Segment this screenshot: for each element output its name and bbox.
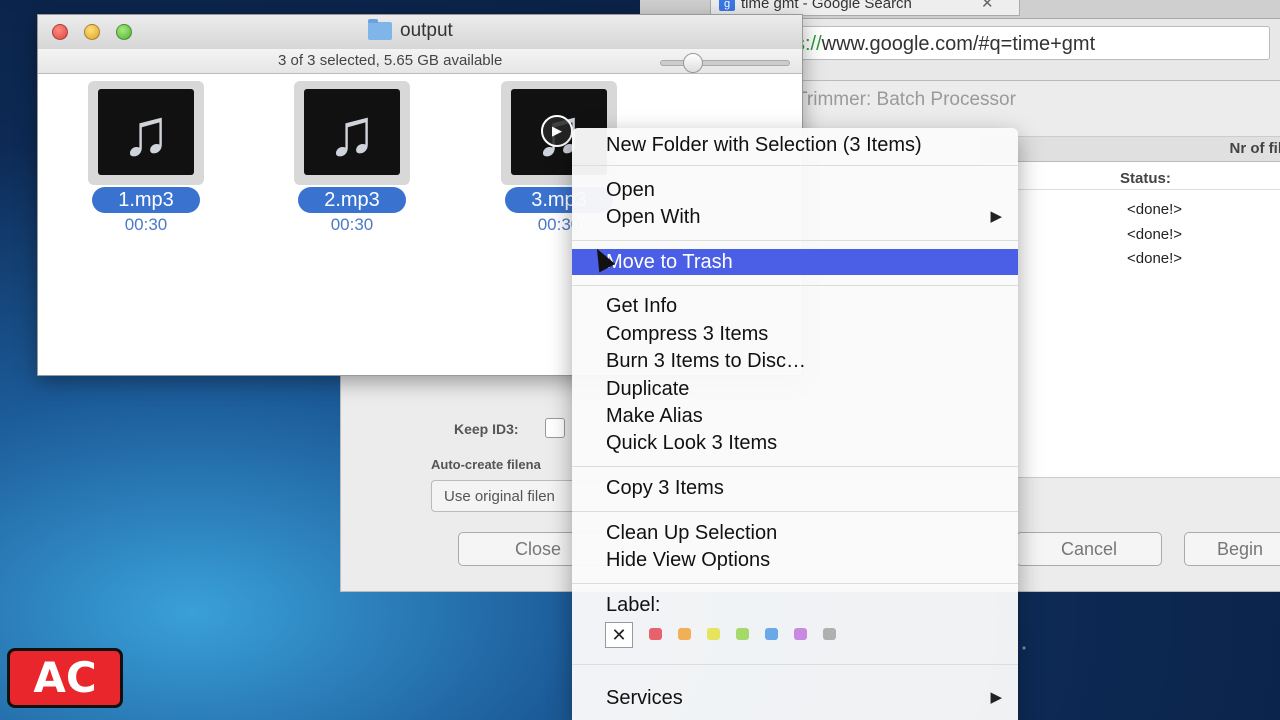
table-subheader: Status: [982, 165, 1280, 190]
finder-status-bar: 3 of 3 selected, 5.65 GB available [38, 49, 802, 74]
file-duration: 00:30 [330, 215, 374, 234]
google-favicon-icon: g [719, 0, 735, 11]
menu-item-quick-look[interactable]: Quick Look 3 Items [572, 430, 1018, 456]
menu-separator [572, 240, 1018, 241]
tab-title: time gmt - Google Search [741, 0, 912, 12]
label-color-green[interactable] [736, 628, 749, 640]
context-menu: New Folder with Selection (3 Items) Open… [572, 128, 1018, 720]
table-row-status: <done!> [1127, 201, 1183, 218]
menu-item-open-with[interactable]: Open With ▶ [572, 204, 1018, 230]
music-file-icon: ♫ [294, 81, 410, 185]
ac-logo: AC [7, 648, 123, 708]
label-color-gray[interactable] [823, 628, 836, 640]
music-file-icon: ♫ [88, 81, 204, 185]
services-label: Services [606, 687, 683, 709]
label-color-yellow[interactable] [707, 628, 720, 640]
table-header: Nr of fil [982, 137, 1280, 162]
folder-icon [368, 19, 392, 40]
keep-id3-checkbox[interactable] [545, 418, 565, 438]
keep-id3-label: Keep ID3: [454, 421, 519, 437]
cancel-button[interactable]: Cancel [1016, 532, 1162, 566]
menu-separator [572, 511, 1018, 512]
submenu-arrow-icon: ▶ [990, 208, 1002, 225]
begin-button[interactable]: Begin [1184, 532, 1280, 566]
menu-item-make-alias[interactable]: Make Alias [572, 403, 1018, 429]
icon-size-slider-knob[interactable] [683, 53, 703, 73]
menu-item-duplicate[interactable]: Duplicate [572, 376, 1018, 402]
file-item[interactable]: ♫ 2.mp3 00:30 [294, 81, 410, 241]
trimmer-title: Trimmer: Batch Processor [796, 89, 1016, 110]
menu-item-clean-up[interactable]: Clean Up Selection [572, 520, 1018, 546]
music-note-icon: ♫ [98, 89, 194, 175]
menu-item-move-to-trash[interactable]: Move to Trash [572, 249, 1018, 275]
menu-item-burn[interactable]: Burn 3 Items to Disc… [572, 348, 1018, 374]
files-table: Nr of fil Status: <done!> <done!> <done!… [981, 136, 1280, 478]
label-color-blue[interactable] [765, 628, 778, 640]
music-note-icon: ♫ [304, 89, 400, 175]
menu-separator [572, 583, 1018, 584]
url-bar[interactable]: s://www.google.com/#q=time+gmt [790, 26, 1270, 60]
file-item[interactable]: ♫ 1.mp3 00:30 [88, 81, 204, 241]
menu-separator [572, 466, 1018, 467]
label-color-red[interactable] [649, 628, 662, 640]
auto-create-label: Auto-create filena [431, 457, 541, 472]
file-name: 1.mp3 [92, 187, 200, 213]
menu-item-compress[interactable]: Compress 3 Items [572, 321, 1018, 347]
minimize-window-button[interactable] [84, 24, 100, 40]
label-color-purple[interactable] [794, 628, 807, 640]
icon-size-slider[interactable] [660, 60, 790, 66]
file-duration: 00:30 [124, 215, 168, 234]
table-row-status: <done!> [1127, 226, 1183, 243]
nr-of-files-header: Nr of fil [1229, 140, 1280, 157]
menu-item-open[interactable]: Open [572, 177, 1018, 203]
submenu-arrow-icon: ▶ [990, 689, 1002, 706]
menu-item-services[interactable]: Services ▶ [572, 685, 1018, 711]
open-with-label: Open With [606, 206, 701, 228]
label-none-button[interactable]: ✕ [605, 622, 633, 648]
menu-separator [572, 664, 1018, 665]
menu-item-get-info[interactable]: Get Info [572, 293, 1018, 319]
close-window-button[interactable] [52, 24, 68, 40]
menu-item-new-folder[interactable]: New Folder with Selection (3 Items) [572, 132, 1018, 158]
label-heading: Label: [606, 594, 661, 616]
menu-item-hide-view-options[interactable]: Hide View Options [572, 547, 1018, 573]
label-color-orange[interactable] [678, 628, 691, 640]
play-icon[interactable]: ▶ [541, 115, 573, 147]
url-text: www.google.com/#q=time+gmt [821, 33, 1096, 55]
menu-separator [572, 165, 1018, 166]
tab-close-icon[interactable]: ✕ [981, 0, 994, 13]
file-name: 2.mp3 [298, 187, 406, 213]
selection-status: 3 of 3 selected, 5.65 GB available [278, 52, 503, 69]
menu-item-copy[interactable]: Copy 3 Items [572, 475, 1018, 501]
menu-separator [572, 285, 1018, 286]
window-title: output [400, 20, 453, 41]
zoom-window-button[interactable] [116, 24, 132, 40]
table-row-status: <done!> [1127, 250, 1183, 267]
status-header: Status: [1120, 170, 1171, 187]
finder-titlebar: output [38, 15, 802, 50]
